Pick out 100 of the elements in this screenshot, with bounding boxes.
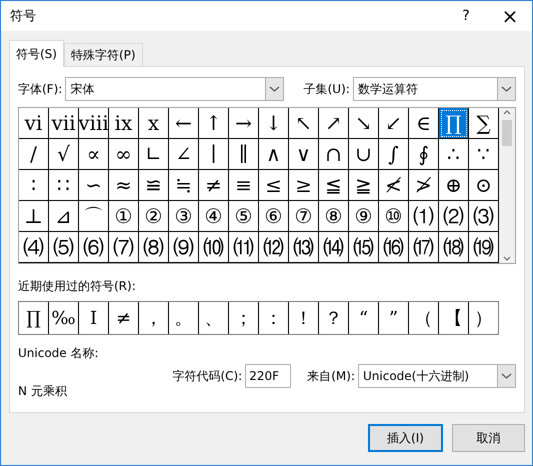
symbol-cell[interactable]: ⑹ bbox=[79, 232, 109, 263]
tab[interactable]: 符号(S) bbox=[9, 40, 64, 67]
symbol-cell[interactable]: ↘ bbox=[349, 108, 379, 139]
symbol-cell[interactable]: ∥ bbox=[229, 139, 259, 170]
window-title: 符号 bbox=[10, 8, 37, 25]
symbol-cell[interactable]: ⑤ bbox=[229, 201, 259, 232]
symbol-cell[interactable]: ⒆ bbox=[469, 232, 499, 263]
symbol-cell[interactable]: ④ bbox=[199, 201, 229, 232]
symbol-cell[interactable]: ⑥ bbox=[259, 201, 289, 232]
help-button[interactable]: ? bbox=[444, 1, 488, 31]
symbol-cell[interactable]: ≯ bbox=[409, 170, 439, 201]
char-code-field[interactable]: 220F bbox=[245, 364, 292, 388]
symbol-cell[interactable]: ⒂ bbox=[349, 232, 379, 263]
symbol-cell[interactable]: ⅸ bbox=[109, 108, 139, 139]
symbol-cell[interactable]: ⌒ bbox=[79, 201, 109, 232]
subset-label: 子集(U): bbox=[304, 80, 350, 98]
symbol-cell[interactable]: ↖ bbox=[289, 108, 319, 139]
symbol-cell[interactable]: ∈ bbox=[409, 108, 439, 139]
symbol-cell[interactable]: ∷ bbox=[49, 170, 79, 201]
symbol-cell[interactable]: ⑼ bbox=[169, 232, 199, 263]
symbol-cell[interactable]: ≤ bbox=[259, 170, 289, 201]
symbol-cell[interactable]: ≈ bbox=[109, 170, 139, 201]
symbol-cell[interactable]: ↑ bbox=[199, 108, 229, 139]
symbol-cell[interactable]: ⑧ bbox=[319, 201, 349, 232]
symbol-cell[interactable]: ∩ bbox=[319, 139, 349, 170]
symbol-cell[interactable]: ⑴ bbox=[409, 201, 439, 232]
symbol-cell[interactable]: ③ bbox=[169, 201, 199, 232]
symbol-cell[interactable]: ⑺ bbox=[109, 232, 139, 263]
symbol-cell[interactable]: ∽ bbox=[79, 170, 109, 201]
scrollbar-thumb[interactable] bbox=[502, 120, 512, 146]
symbol-cell[interactable]: ⊕ bbox=[439, 170, 469, 201]
dropdown-caret-icon[interactable] bbox=[497, 78, 516, 100]
dropdown-caret-icon[interactable] bbox=[265, 78, 284, 100]
symbol-cell[interactable]: ≡ bbox=[229, 170, 259, 201]
symbol-cell[interactable]: ⑵ bbox=[439, 201, 469, 232]
unicode-name-value: N 元乘积 bbox=[18, 383, 67, 400]
symbol-cell[interactable]: ⒅ bbox=[439, 232, 469, 263]
symbol-cell[interactable]: ⑨ bbox=[349, 201, 379, 232]
recent-symbols-label: 近期使用过的符号(R): bbox=[18, 278, 137, 295]
symbol-cell[interactable]: ⊿ bbox=[49, 201, 79, 232]
symbol-cell[interactable]: ∣ bbox=[199, 139, 229, 170]
symbol-cell[interactable]: ∫ bbox=[379, 139, 409, 170]
symbol-cell[interactable]: ≌ bbox=[139, 170, 169, 201]
dropdown-caret-icon[interactable] bbox=[497, 365, 515, 387]
symbol-cell[interactable]: ⅵ bbox=[19, 108, 49, 139]
recent-symbol[interactable]: ） bbox=[469, 302, 498, 334]
symbol-cell[interactable]: ← bbox=[169, 108, 199, 139]
symbol-cell[interactable]: ⒃ bbox=[379, 232, 409, 263]
symbol-cell[interactable]: ⑷ bbox=[19, 232, 49, 263]
symbol-cell[interactable]: ⊥ bbox=[19, 201, 49, 232]
symbol-cell[interactable]: ∵ bbox=[469, 139, 499, 170]
symbol-cell[interactable]: ⊙ bbox=[469, 170, 499, 201]
symbol-cell[interactable]: ⑶ bbox=[469, 201, 499, 232]
symbol-cell[interactable]: ∶ bbox=[19, 170, 49, 201]
symbol-cell[interactable]: ∴ bbox=[439, 139, 469, 170]
symbol-cell[interactable]: ∞ bbox=[109, 139, 139, 170]
symbol-cell[interactable]: ⑽ bbox=[199, 232, 229, 263]
font-dropdown[interactable]: 宋体 bbox=[65, 77, 284, 101]
subset-dropdown[interactable]: 数学运算符 bbox=[352, 77, 516, 101]
symbol-cell[interactable]: ⑸ bbox=[49, 232, 79, 263]
insert-button[interactable]: 插入(I) bbox=[368, 424, 443, 452]
symbol-cell[interactable]: ∨ bbox=[289, 139, 319, 170]
close-button[interactable]: × bbox=[488, 1, 532, 31]
symbol-cell[interactable]: ↓ bbox=[259, 108, 289, 139]
symbol-cell[interactable]: ⒁ bbox=[319, 232, 349, 263]
symbol-cell[interactable]: ② bbox=[139, 201, 169, 232]
symbol-cell[interactable]: ⑦ bbox=[289, 201, 319, 232]
cancel-button[interactable]: 取消 bbox=[452, 424, 525, 452]
symbol-cell[interactable]: → bbox=[229, 108, 259, 139]
symbol-cell[interactable]: ∧ bbox=[259, 139, 289, 170]
symbol-cell[interactable]: ≦ bbox=[319, 170, 349, 201]
symbol-cell[interactable]: ∠ bbox=[169, 139, 199, 170]
symbol-cell[interactable]: ∑ bbox=[469, 108, 499, 139]
symbol-cell[interactable]: ∕ bbox=[19, 139, 49, 170]
symbol-cell[interactable]: ⑾ bbox=[229, 232, 259, 263]
symbol-cell[interactable]: ≧ bbox=[349, 170, 379, 201]
symbol-cell[interactable]: ⅷ bbox=[79, 108, 109, 139]
symbol-cell[interactable]: ≥ bbox=[289, 170, 319, 201]
symbol-cell[interactable]: ∝ bbox=[79, 139, 109, 170]
symbol-cell[interactable]: ↗ bbox=[319, 108, 349, 139]
symbol-cell[interactable]: ≮ bbox=[379, 170, 409, 201]
symbol-cell[interactable]: ⒀ bbox=[289, 232, 319, 263]
symbol-cell[interactable]: ⅶ bbox=[49, 108, 79, 139]
symbol-cell[interactable]: ∪ bbox=[349, 139, 379, 170]
tab[interactable]: 特殊字符(P) bbox=[64, 43, 143, 66]
symbol-cell[interactable]: √ bbox=[49, 139, 79, 170]
symbol-cell[interactable]: ≠ bbox=[199, 170, 229, 201]
symbol-cell[interactable]: ① bbox=[109, 201, 139, 232]
symbol-cell[interactable]: ∮ bbox=[409, 139, 439, 170]
symbol-cell[interactable]: ⑩ bbox=[379, 201, 409, 232]
from-dropdown[interactable]: Unicode(十六进制) bbox=[358, 364, 516, 388]
symbol-cell[interactable]: ⑿ bbox=[259, 232, 289, 263]
symbol-cell[interactable]: ⑻ bbox=[139, 232, 169, 263]
symbol-cell[interactable]: ↙ bbox=[379, 108, 409, 139]
symbol-cell[interactable]: ≒ bbox=[169, 170, 199, 201]
unicode-name-label: Unicode 名称: bbox=[18, 345, 100, 362]
symbol-cell[interactable]: ⅹ bbox=[139, 108, 169, 139]
symbol-cell[interactable]: ∟ bbox=[139, 139, 169, 170]
symbol-cell[interactable]: ∏ bbox=[439, 108, 469, 139]
symbol-cell[interactable]: ⒄ bbox=[409, 232, 439, 263]
